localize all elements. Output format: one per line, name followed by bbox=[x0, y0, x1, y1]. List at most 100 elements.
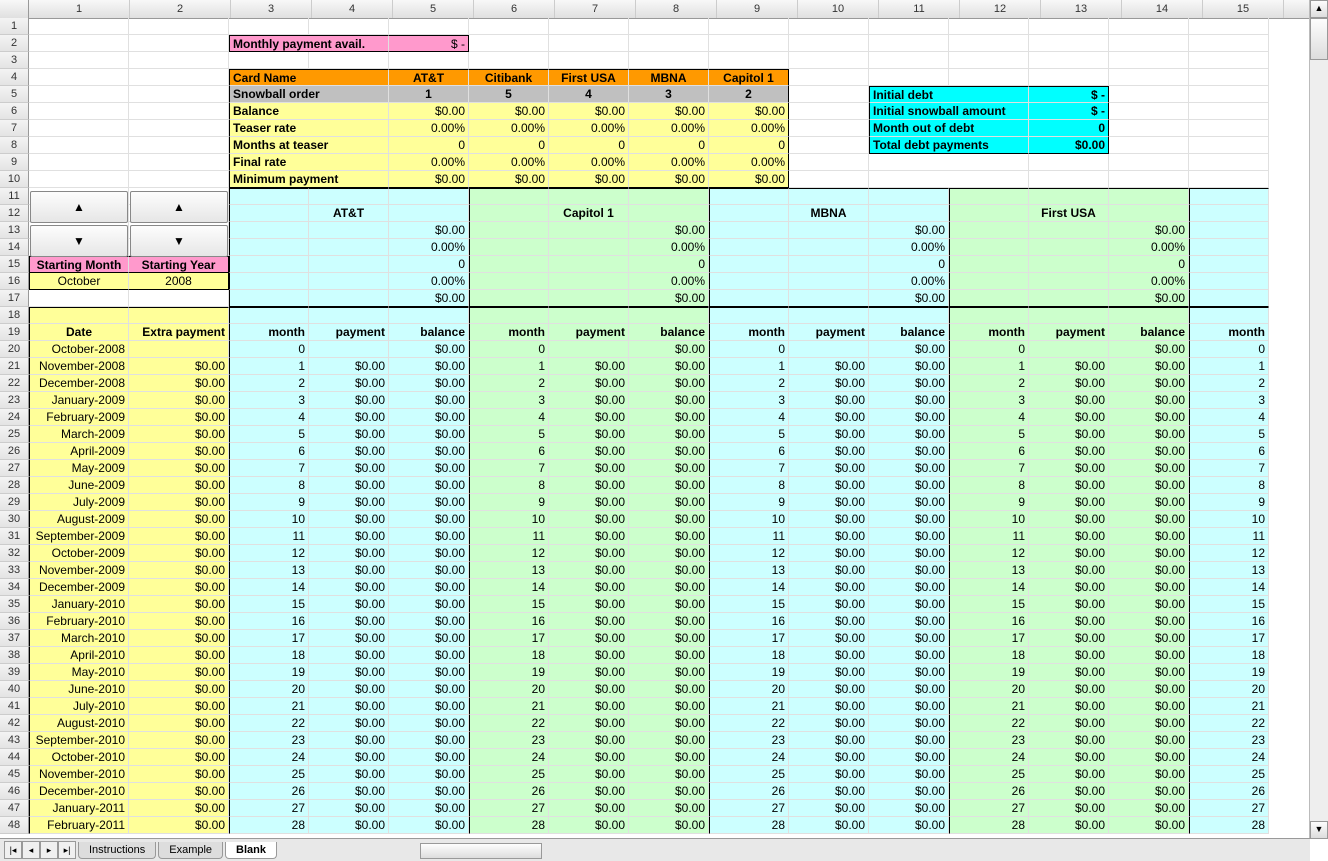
payment-cell[interactable]: $0.00 bbox=[1029, 528, 1109, 545]
cell[interactable] bbox=[309, 18, 389, 35]
row-header[interactable]: 9 bbox=[0, 154, 29, 171]
row-header[interactable]: 44 bbox=[0, 749, 29, 766]
row-header[interactable]: 5 bbox=[0, 86, 29, 103]
balance-cell[interactable]: $0.00 bbox=[389, 375, 469, 392]
header-row-value[interactable]: 0.00% bbox=[549, 154, 629, 171]
payment-cell[interactable]: $0.00 bbox=[789, 358, 869, 375]
balance-cell[interactable]: $0.00 bbox=[869, 698, 949, 715]
cell[interactable] bbox=[709, 52, 789, 69]
month-cell[interactable]: 16 bbox=[1189, 613, 1269, 630]
header-row-value[interactable]: $0.00 bbox=[709, 171, 789, 188]
balance-cell[interactable]: $0.00 bbox=[1109, 460, 1189, 477]
month-cell[interactable]: 17 bbox=[949, 630, 1029, 647]
row-header[interactable]: 24 bbox=[0, 409, 29, 426]
payment-cell[interactable]: $0.00 bbox=[549, 426, 629, 443]
month-cell[interactable]: 12 bbox=[709, 545, 789, 562]
tab-prev-button[interactable]: ◂ bbox=[22, 841, 40, 859]
date-cell[interactable]: December-2008 bbox=[29, 375, 129, 392]
scroll-thumb[interactable] bbox=[1310, 18, 1328, 60]
payment-cell[interactable]: $0.00 bbox=[1029, 545, 1109, 562]
balance-cell[interactable]: $0.00 bbox=[869, 358, 949, 375]
cell[interactable] bbox=[789, 171, 869, 188]
month-cell[interactable]: 20 bbox=[229, 681, 309, 698]
column-header[interactable]: 13 bbox=[1041, 0, 1122, 18]
month-cell[interactable]: 19 bbox=[709, 664, 789, 681]
month-cell[interactable]: 28 bbox=[1189, 817, 1269, 834]
extra-payment-cell[interactable]: $0.00 bbox=[129, 681, 229, 698]
row-header[interactable]: 41 bbox=[0, 698, 29, 715]
balance-cell[interactable]: $0.00 bbox=[869, 766, 949, 783]
balance-cell[interactable]: $0.00 bbox=[1109, 511, 1189, 528]
header-row-value[interactable]: 0.00% bbox=[549, 120, 629, 137]
balance-cell[interactable]: $0.00 bbox=[1109, 579, 1189, 596]
cell[interactable] bbox=[389, 188, 469, 205]
extra-payment-cell[interactable]: $0.00 bbox=[129, 698, 229, 715]
cell[interactable] bbox=[29, 69, 129, 86]
month-cell[interactable]: 5 bbox=[709, 426, 789, 443]
cell[interactable] bbox=[789, 35, 869, 52]
month-cell[interactable]: 13 bbox=[949, 562, 1029, 579]
summary-value[interactable]: $0.00 bbox=[1029, 137, 1109, 154]
payment-cell[interactable]: $0.00 bbox=[309, 783, 389, 800]
payment-cell[interactable]: $0.00 bbox=[549, 647, 629, 664]
cell[interactable] bbox=[469, 239, 549, 256]
month-cell[interactable]: 27 bbox=[949, 800, 1029, 817]
month-cell[interactable]: 1 bbox=[229, 358, 309, 375]
month-cell[interactable]: 23 bbox=[229, 732, 309, 749]
balance-cell[interactable]: $0.00 bbox=[629, 647, 709, 664]
payment-cell[interactable]: $0.00 bbox=[549, 681, 629, 698]
balance-cell[interactable]: $0.00 bbox=[1109, 426, 1189, 443]
balance-cell[interactable]: $0.00 bbox=[629, 715, 709, 732]
balance-cell[interactable]: $0.00 bbox=[629, 375, 709, 392]
extra-payment-cell[interactable]: $0.00 bbox=[129, 375, 229, 392]
extra-payment-cell[interactable]: $0.00 bbox=[129, 511, 229, 528]
month-cell[interactable]: 1 bbox=[709, 358, 789, 375]
row-header[interactable]: 11 bbox=[0, 188, 29, 205]
cell[interactable] bbox=[1189, 171, 1269, 188]
cell[interactable] bbox=[629, 35, 709, 52]
cell[interactable] bbox=[229, 18, 309, 35]
payment-cell[interactable]: $0.00 bbox=[1029, 817, 1109, 834]
cell[interactable] bbox=[949, 52, 1029, 69]
payment-cell[interactable]: $0.00 bbox=[309, 426, 389, 443]
extra-payment-cell[interactable]: $0.00 bbox=[129, 783, 229, 800]
extra-payment-cell[interactable]: $0.00 bbox=[129, 443, 229, 460]
payment-cell[interactable]: $0.00 bbox=[1029, 579, 1109, 596]
balance-cell[interactable]: $0.00 bbox=[1109, 494, 1189, 511]
date-cell[interactable]: April-2010 bbox=[29, 647, 129, 664]
date-cell[interactable]: May-2010 bbox=[29, 664, 129, 681]
month-cell[interactable]: 17 bbox=[229, 630, 309, 647]
payment-cell[interactable] bbox=[1029, 341, 1109, 358]
payment-cell[interactable]: $0.00 bbox=[789, 494, 869, 511]
balance-cell[interactable]: $0.00 bbox=[869, 715, 949, 732]
cell[interactable] bbox=[309, 222, 389, 239]
month-cell[interactable]: 17 bbox=[709, 630, 789, 647]
header-row-value[interactable]: 0.00% bbox=[389, 120, 469, 137]
summary-value[interactable]: $ - bbox=[1029, 103, 1109, 120]
balance-cell[interactable]: $0.00 bbox=[389, 511, 469, 528]
row-header[interactable]: 19 bbox=[0, 324, 29, 341]
payment-cell[interactable]: $0.00 bbox=[549, 477, 629, 494]
payment-cell[interactable]: $0.00 bbox=[309, 579, 389, 596]
payment-cell[interactable]: $0.00 bbox=[549, 817, 629, 834]
month-cell[interactable]: 5 bbox=[1189, 426, 1269, 443]
payment-cell[interactable]: $0.00 bbox=[309, 494, 389, 511]
row-header[interactable]: 27 bbox=[0, 460, 29, 477]
cell[interactable] bbox=[789, 188, 869, 205]
balance-cell[interactable]: $0.00 bbox=[389, 766, 469, 783]
date-cell[interactable]: February-2009 bbox=[29, 409, 129, 426]
payment-cell[interactable]: $0.00 bbox=[309, 460, 389, 477]
balance-cell[interactable]: $0.00 bbox=[869, 477, 949, 494]
cell[interactable] bbox=[709, 256, 789, 273]
cell[interactable] bbox=[29, 154, 129, 171]
row-header[interactable]: 30 bbox=[0, 511, 29, 528]
balance-cell[interactable]: $0.00 bbox=[1109, 392, 1189, 409]
cell[interactable] bbox=[29, 86, 129, 103]
balance-cell[interactable]: $0.00 bbox=[629, 579, 709, 596]
cell[interactable] bbox=[709, 205, 789, 222]
column-header[interactable]: 14 bbox=[1122, 0, 1203, 18]
snowball-order[interactable]: 3 bbox=[629, 86, 709, 103]
month-cell[interactable]: 18 bbox=[469, 647, 549, 664]
balance-cell[interactable]: $0.00 bbox=[389, 477, 469, 494]
tab-last-button[interactable]: ▸| bbox=[58, 841, 76, 859]
